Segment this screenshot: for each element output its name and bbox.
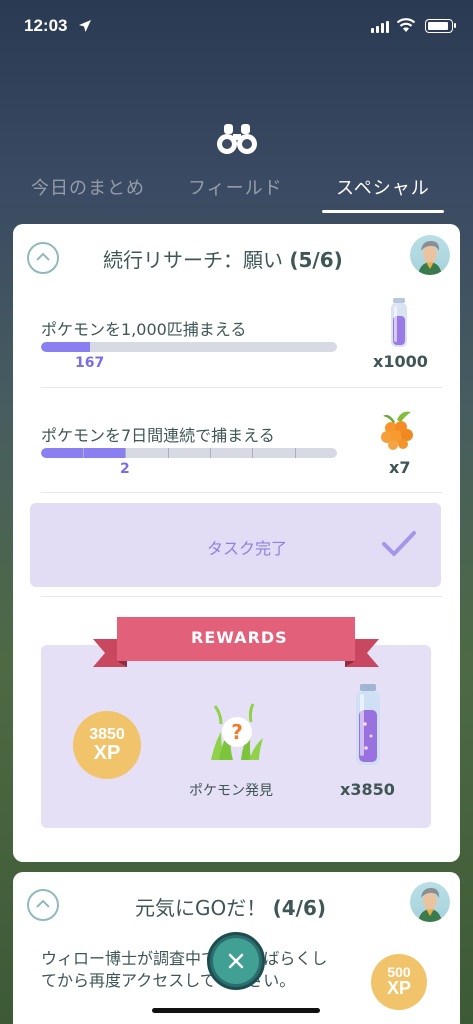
chevron-up-icon bbox=[36, 252, 50, 261]
xp-reward-unit: XP bbox=[386, 978, 411, 998]
professor-willow-avatar[interactable] bbox=[410, 882, 450, 922]
task-divider bbox=[41, 596, 442, 597]
xp-reward-unit: XP bbox=[93, 742, 121, 764]
card-step-count: (4/6) bbox=[272, 896, 327, 920]
task-2-progress-value: 2 bbox=[120, 461, 130, 477]
task-2-reward-amount: x7 bbox=[389, 458, 411, 477]
card-title: 続行リサーチ：願い (5/6) bbox=[103, 244, 343, 273]
task-2-progress-bar bbox=[41, 448, 337, 458]
task-complete-panel: タスク完了 bbox=[30, 503, 441, 587]
task-1-text: ポケモンを1,000匹捕まえる bbox=[41, 320, 247, 339]
lure-potion-icon bbox=[391, 298, 407, 347]
xp-reward-amount: 3850 bbox=[89, 726, 125, 743]
task-divider bbox=[41, 492, 442, 493]
task-1-progress-fill bbox=[41, 342, 91, 352]
task-1-progress-bar bbox=[41, 342, 337, 352]
rewards-banner-label: REWARDS bbox=[191, 628, 288, 647]
status-time: 12:03 bbox=[24, 16, 68, 35]
checkmark-icon bbox=[382, 531, 416, 556]
progress-segment-tick bbox=[252, 448, 253, 458]
location-arrow-icon bbox=[79, 20, 91, 32]
status-bar: 12:03 bbox=[0, 0, 473, 56]
task-1-progress-value: 167 bbox=[75, 355, 105, 371]
tab-special[interactable]: スペシャル bbox=[336, 174, 430, 200]
encounter-reward-label: ポケモン発見 bbox=[189, 783, 273, 799]
task-1-reward-amount: x1000 bbox=[373, 352, 428, 371]
research-tabs: 今日のまとめ フィールド スペシャル bbox=[0, 170, 473, 214]
progress-segment-tick bbox=[168, 448, 169, 458]
card-title: 元気にGOだ！ (4/6) bbox=[135, 892, 326, 921]
xp-reward-badge: 500 XP bbox=[371, 954, 427, 1010]
svg-text:?: ? bbox=[231, 720, 243, 744]
stardust-reward-amount: x3850 bbox=[340, 780, 395, 799]
mystery-encounter-icon: ? bbox=[211, 703, 263, 760]
close-icon bbox=[228, 953, 244, 969]
progress-segment-tick bbox=[83, 448, 84, 458]
wifi-icon bbox=[396, 18, 416, 32]
card-title-text: 続行リサーチ：願い bbox=[103, 248, 283, 272]
progress-segment-tick bbox=[295, 448, 296, 458]
task-complete-label: タスク完了 bbox=[207, 539, 288, 558]
active-tab-indicator bbox=[322, 210, 444, 213]
professor-willow-avatar[interactable] bbox=[410, 235, 450, 275]
xp-reward-amount: 500 bbox=[387, 964, 411, 980]
tab-field[interactable]: フィールド bbox=[188, 174, 283, 200]
battery-icon bbox=[425, 19, 456, 33]
task-2-text: ポケモンを7日間連続で捕まえる bbox=[41, 426, 275, 445]
chevron-up-icon bbox=[36, 899, 50, 908]
cellular-signal-icon bbox=[371, 21, 389, 33]
collapse-button[interactable] bbox=[27, 242, 59, 274]
willow-portrait-icon bbox=[418, 888, 442, 922]
binoculars-icon bbox=[217, 124, 257, 154]
stardust-potion-icon bbox=[356, 684, 380, 765]
task-divider bbox=[41, 387, 442, 388]
research-locked-message: ウィロー博士が調査中です。しばらくしてから再度アクセスしてください。 bbox=[41, 949, 328, 990]
xp-reward-badge: 3850 XP bbox=[73, 711, 141, 779]
card-title-text: 元気にGOだ！ bbox=[135, 896, 267, 920]
golden-berry-icon bbox=[381, 411, 413, 450]
collapse-button[interactable] bbox=[27, 889, 59, 921]
tab-today[interactable]: 今日のまとめ bbox=[31, 174, 145, 200]
progress-segment-tick bbox=[125, 448, 126, 458]
willow-portrait-icon bbox=[418, 241, 442, 275]
close-button[interactable] bbox=[207, 932, 265, 990]
progress-segment-tick bbox=[210, 448, 211, 458]
home-indicator[interactable] bbox=[152, 1008, 320, 1013]
special-research-card: 続行リサーチ：願い (5/6) ポケモンを1,000匹捕まえる 167 x100… bbox=[13, 224, 460, 862]
card-step-count: (5/6) bbox=[289, 248, 343, 272]
